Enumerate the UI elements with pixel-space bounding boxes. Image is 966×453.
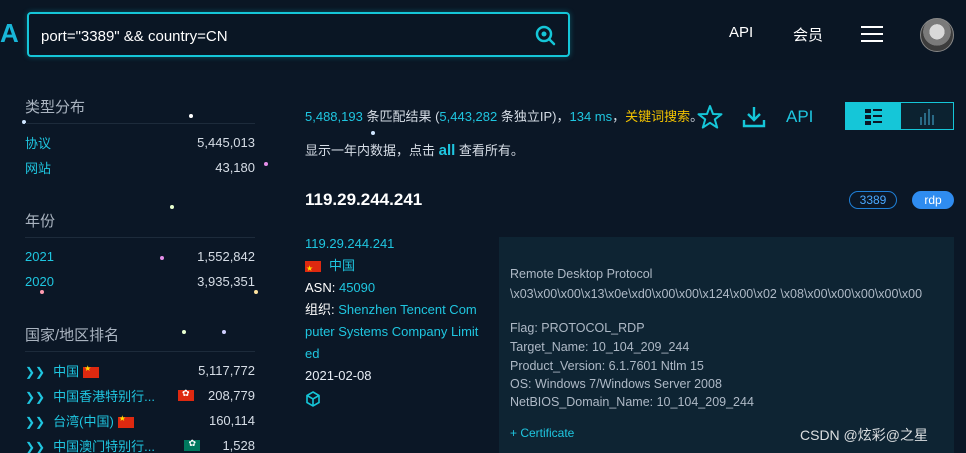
nav-api-link[interactable]: API xyxy=(729,24,753,41)
banner-line: \x03\x00\x00\x13\x0e\xd0\x00\x00\x124\x0… xyxy=(510,287,923,301)
sidebar-item-country[interactable]: ❯❯ 中国香港特别行... 208,779 xyxy=(25,383,255,408)
banner-line: Remote Desktop Protocol xyxy=(510,267,653,281)
sidebar-item-count: 3,935,351 xyxy=(197,274,255,289)
banner-line: Flag: PROTOCOL_RDP xyxy=(510,321,645,335)
sidebar-item-country[interactable]: ❯❯ 中国澳门特别行... 1,528 xyxy=(25,433,255,453)
sidebar-item-count: 208,779 xyxy=(208,388,255,403)
asn-link[interactable]: 45090 xyxy=(339,280,375,295)
port-tag[interactable]: 3389 xyxy=(849,191,897,209)
list-view-button[interactable] xyxy=(846,103,901,129)
hong-kong-flag-icon xyxy=(178,388,194,401)
protocol-tag[interactable]: rdp xyxy=(912,191,954,209)
watermark: CSDN @炫彩@之星 xyxy=(800,427,928,443)
ip-link[interactable]: 119.29.244.241 xyxy=(305,233,485,255)
sidebar-item-count: 1,552,842 xyxy=(197,249,255,264)
chevron-right-icon: ❯❯ xyxy=(25,365,46,379)
view-toggle xyxy=(845,102,954,130)
result-ip-title[interactable]: 119.29.244.241 xyxy=(305,190,422,210)
note-text: 显示一年内数据，点击 xyxy=(305,143,439,158)
banner-line: Target_Name: 10_104_209_244 xyxy=(510,340,690,354)
list-view-icon xyxy=(865,109,882,125)
banner-panel: Remote Desktop Protocol \x03\x00\x00\x13… xyxy=(499,237,954,453)
certificate-link[interactable]: + Certificate xyxy=(510,426,574,440)
result-date: 2021-02-08 xyxy=(305,368,372,383)
sidebar: 类型分布 协议 5,445,013 网站 43,180 年份 2021 1,55… xyxy=(25,96,255,453)
org-link-line[interactable]: Shenzhen Tencent Com xyxy=(338,302,477,317)
asn-label: ASN: xyxy=(305,280,339,295)
search-box[interactable] xyxy=(27,12,570,57)
country-label: 台湾(中国) xyxy=(53,414,114,429)
note-text: 查看所有。 xyxy=(455,143,524,158)
banner-line: NetBIOS_Domain_Name: 10_104_209_244 xyxy=(510,395,754,409)
unique-ip-count: 5,443,282 xyxy=(439,109,498,124)
sidebar-item-count: 160,114 xyxy=(208,413,255,428)
country-label: 中国香港特别行... xyxy=(53,389,155,404)
search-icon[interactable] xyxy=(534,24,556,46)
result-summary: 5,488,193 条匹配结果 (5,443,282 条独立IP)，134 ms… xyxy=(305,106,703,125)
banner-line: Product_Version: 6.1.7601 Ntlm 15 xyxy=(510,359,704,373)
sidebar-item-label: 网站 xyxy=(25,161,52,176)
chevron-right-icon: ❯❯ xyxy=(25,390,46,404)
china-flag-icon xyxy=(83,364,100,379)
summary-text: ， xyxy=(612,109,626,124)
time-range-note: 显示一年内数据，点击 all 查看所有。 xyxy=(305,140,524,159)
country-label: 中国 xyxy=(53,364,80,379)
star-icon[interactable] xyxy=(697,104,723,130)
top-bar: A API 会员 xyxy=(0,0,966,70)
sidebar-item-protocol[interactable]: 协议 5,445,013 xyxy=(25,130,255,155)
china-flag-icon xyxy=(117,414,134,429)
bar-chart-icon xyxy=(920,109,934,125)
search-input[interactable] xyxy=(41,24,521,48)
menu-icon[interactable] xyxy=(860,24,884,44)
match-count: 5,488,193 xyxy=(305,109,363,124)
sidebar-item-country[interactable]: ❯❯ 台湾(中国) 160,114 xyxy=(25,408,255,433)
decor-dot xyxy=(371,131,375,135)
country-label: 中国澳门特别行... xyxy=(53,439,155,453)
sidebar-item-count: 5,445,013 xyxy=(197,135,255,150)
banner-line: OS: Windows 7/Windows Server 2008 xyxy=(510,377,722,391)
avatar[interactable] xyxy=(920,18,954,52)
sidebar-item-country[interactable]: ❯❯ 中国 5,117,772 xyxy=(25,358,255,383)
org-link-line[interactable]: ed xyxy=(305,343,485,365)
macau-flag-icon xyxy=(184,438,201,451)
year-title: 年份 xyxy=(25,210,255,238)
nav-member-link[interactable]: 会员 xyxy=(793,24,823,45)
sidebar-item-2021[interactable]: 2021 1,552,842 xyxy=(25,244,255,269)
download-icon[interactable] xyxy=(741,104,767,130)
china-flag-icon xyxy=(305,258,321,280)
sidebar-item-label: 2021 xyxy=(25,249,54,264)
summary-text: 条匹配结果 ( xyxy=(362,109,440,124)
sidebar-item-label: 2020 xyxy=(25,274,54,289)
logo[interactable]: A xyxy=(0,18,19,48)
result-meta: 119.29.244.241 中国 ASN: 45090 组织: Shenzhe… xyxy=(305,233,485,414)
sidebar-item-2020[interactable]: 2020 3,935,351 xyxy=(25,269,255,294)
query-time: 134 ms xyxy=(569,109,613,124)
cube-icon[interactable] xyxy=(305,391,321,407)
chart-view-button[interactable] xyxy=(901,103,953,129)
sidebar-item-count: 5,117,772 xyxy=(198,363,255,378)
chevron-right-icon: ❯❯ xyxy=(25,415,46,429)
sidebar-item-website[interactable]: 网站 43,180 xyxy=(25,155,255,180)
country-ranking-title: 国家/地区排名 xyxy=(25,324,255,352)
keyword-search-link[interactable]: 关键词搜索 xyxy=(625,109,690,124)
country-link[interactable]: 中国 xyxy=(329,258,355,273)
chevron-right-icon: ❯❯ xyxy=(25,440,46,453)
type-distribution-title: 类型分布 xyxy=(25,96,255,124)
summary-text: 条独立IP)， xyxy=(497,109,570,124)
org-label: 组织: xyxy=(305,302,339,317)
org-link-line[interactable]: puter Systems Company Limit xyxy=(305,321,485,343)
sidebar-item-count: 43,180 xyxy=(215,160,255,175)
decor-dot xyxy=(264,162,268,166)
show-all-link[interactable]: all xyxy=(439,142,456,159)
sidebar-item-count: 1,528 xyxy=(222,438,255,453)
sidebar-item-label: 协议 xyxy=(25,136,52,151)
api-export-link[interactable]: API xyxy=(786,107,813,127)
